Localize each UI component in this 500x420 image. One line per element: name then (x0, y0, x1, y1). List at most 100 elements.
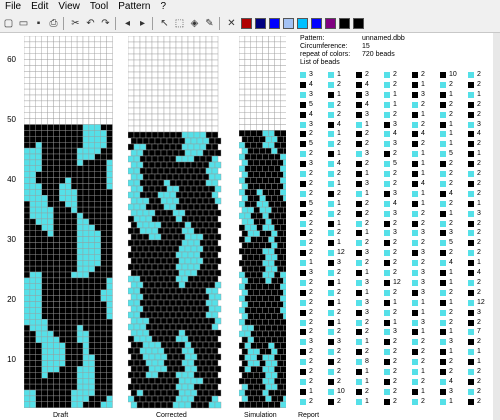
bead-cell (106, 342, 113, 349)
bead-count: 2 (365, 387, 369, 395)
pipette-icon[interactable]: ✎ (203, 17, 216, 30)
bead-cell (76, 147, 84, 155)
menu-edit[interactable]: Edit (26, 0, 53, 14)
menu-pattern[interactable]: Pattern (113, 0, 155, 14)
draft-grid[interactable] (24, 36, 113, 409)
cross-color-icon[interactable]: ✕ (225, 17, 238, 30)
bead-color-square (440, 180, 446, 187)
color-swatch-7[interactable] (325, 17, 336, 29)
simulation-caption: Simulation (244, 412, 277, 419)
bead-cell (280, 124, 286, 131)
bead-cell (166, 269, 174, 277)
bead-count: 3 (309, 90, 313, 98)
vertical-scrollbar[interactable] (493, 33, 500, 420)
bead-cell (193, 53, 201, 61)
bead-cell (106, 259, 113, 267)
pointer-icon[interactable]: ↖ (158, 17, 171, 30)
bead-color-square (328, 378, 334, 385)
bead-cell (47, 100, 54, 108)
bead-cell (208, 149, 216, 157)
bead-cell (88, 71, 96, 78)
undo-icon[interactable]: ↶ (84, 17, 97, 30)
arrow-left-icon[interactable]: ◂ (121, 17, 134, 30)
corrected-grid[interactable] (128, 36, 223, 409)
bead-cell (166, 173, 174, 181)
bead-cell (169, 347, 177, 355)
bead-cell (88, 289, 96, 296)
bead-cell (166, 209, 174, 217)
bead-cell (94, 206, 101, 214)
redo-icon[interactable]: ↷ (99, 17, 112, 30)
bead-cell (35, 360, 42, 367)
color-swatch-5[interactable] (297, 17, 308, 29)
bead-cell (29, 218, 37, 225)
bead-cell (187, 287, 195, 295)
bead-cell (166, 161, 174, 169)
bead-count: 3 (365, 150, 369, 158)
bead-cell (65, 136, 72, 143)
print-icon[interactable]: ⎙ (47, 17, 60, 30)
bead-cell (142, 377, 150, 385)
bead-cell (59, 47, 66, 54)
bead-cell (82, 395, 90, 402)
bead-count: 3 (449, 338, 453, 346)
bead-count: 12 (393, 278, 401, 286)
bead-count: 2 (393, 219, 397, 227)
bead-cell (53, 141, 60, 149)
color-swatch-9[interactable] (353, 17, 364, 29)
select-rect-icon[interactable]: ⬚ (173, 17, 186, 30)
bead-cell (47, 159, 54, 167)
bead-cell (214, 281, 222, 289)
bead-cell (163, 143, 171, 151)
open-folder-icon[interactable]: ▭ (17, 17, 30, 30)
bead-cell (259, 159, 266, 167)
bead-cell (139, 311, 147, 319)
bead-cell (29, 295, 37, 302)
bead-cell (53, 336, 60, 343)
bead-cell (193, 227, 201, 235)
bead-color-square (440, 309, 446, 316)
bead-cell (163, 113, 171, 121)
bead-cell (256, 65, 263, 72)
save-icon[interactable]: ▪ (32, 17, 45, 30)
arrow-right-icon[interactable]: ▸ (136, 17, 149, 30)
color-swatch-8[interactable] (339, 17, 350, 29)
bead-cell (157, 41, 165, 49)
bead-cell (190, 365, 198, 373)
bead-cell (208, 185, 216, 193)
bead-cell (166, 377, 174, 385)
new-file-icon[interactable]: ▢ (2, 17, 15, 30)
bead-cell (35, 324, 42, 332)
menu-file[interactable]: File (0, 0, 26, 14)
bead-cell (133, 125, 141, 133)
bead-cell (59, 401, 66, 408)
color-swatch-6[interactable] (311, 17, 322, 29)
menu-view[interactable]: View (53, 0, 85, 14)
bead-cell (187, 311, 195, 319)
color-swatch-4[interactable] (283, 17, 294, 29)
bead-cell (214, 221, 222, 229)
bead-cell (163, 287, 171, 295)
bead-cell (59, 354, 66, 361)
menu-tool[interactable]: Tool (85, 0, 113, 14)
bead-cell (88, 283, 96, 290)
bead-cell (53, 106, 60, 113)
color-swatch-3[interactable] (269, 17, 280, 29)
bead-cell (169, 251, 177, 259)
bead-cell (133, 113, 141, 121)
bead-cell (193, 59, 201, 67)
bead-cell (163, 89, 171, 97)
bead-cell (24, 100, 31, 108)
bead-cell (239, 88, 246, 96)
color-swatch-1[interactable] (241, 17, 252, 29)
bead-cell (59, 319, 66, 326)
bead-cell (100, 177, 107, 184)
bead-cell (151, 227, 159, 235)
fill-icon[interactable]: ◈ (188, 17, 201, 30)
bead-cell (175, 215, 183, 223)
bead-cell (100, 389, 107, 397)
menu-help[interactable]: ? (155, 0, 171, 14)
cut-icon[interactable]: ✂ (69, 17, 82, 30)
color-swatch-2[interactable] (255, 17, 266, 29)
bead-cell (71, 177, 78, 184)
